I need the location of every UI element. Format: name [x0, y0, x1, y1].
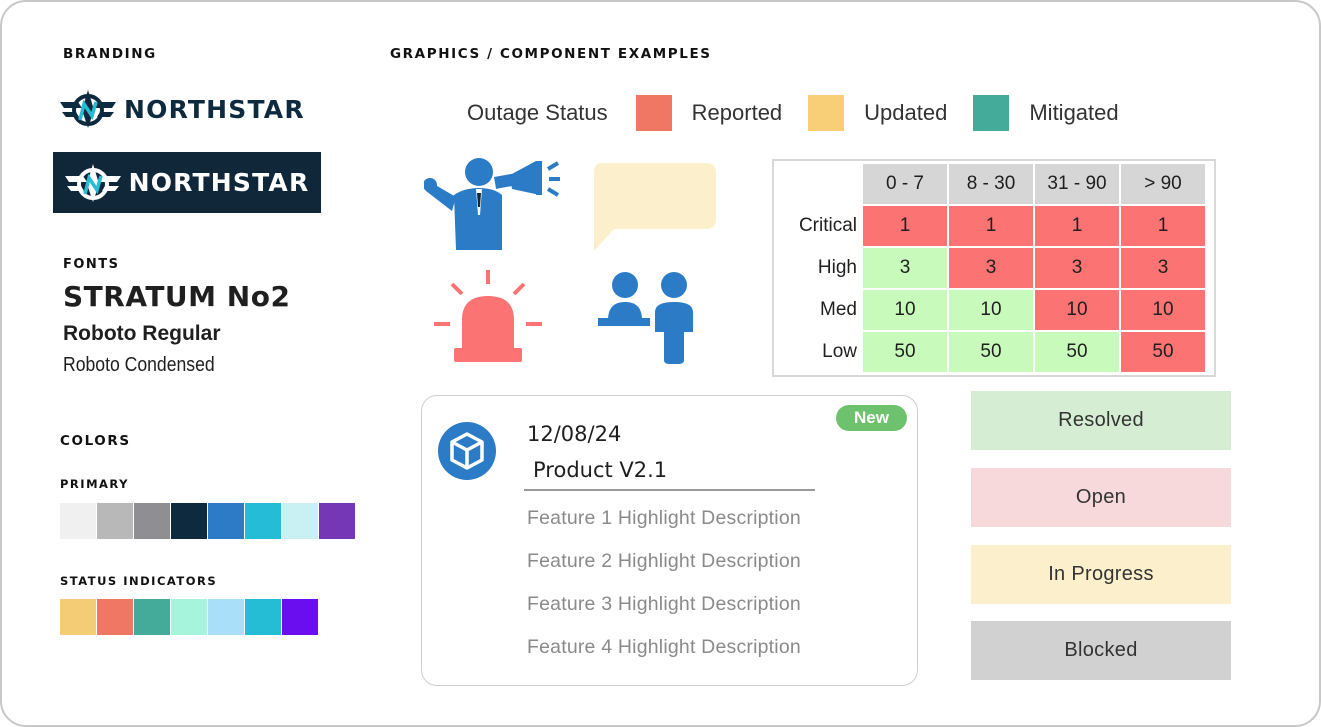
northstar-emblem-icon	[64, 163, 121, 202]
primary-color-swatch	[134, 503, 170, 539]
matrix-cell: 50	[947, 330, 1035, 374]
matrix-cell: 50	[861, 330, 949, 374]
risk-matrix-table: 0 - 78 - 30 31 - 90 > 90 Critical 1 1 1 1 High 3 3…	[775, 162, 1207, 374]
alarm-siren-icon	[434, 270, 542, 362]
legend-item-label: Reported	[691, 100, 783, 125]
status-in-progress-button[interactable]: In Progress	[971, 545, 1231, 604]
matrix-corner	[775, 162, 863, 206]
matrix-column-header: > 90	[1119, 162, 1207, 206]
release-date: 12/08/24	[527, 422, 622, 446]
fonts-heading: FONTS	[63, 257, 120, 272]
product-name: Product V2.1	[533, 458, 668, 482]
risk-matrix: 0 - 78 - 30 31 - 90 > 90 Critical 1 1 1 1 High 3 3…	[772, 159, 1216, 377]
new-badge: New	[836, 405, 907, 431]
speech-bubble-icon	[594, 163, 716, 251]
primary-heading: PRIMARY	[60, 477, 129, 491]
primary-color-swatch	[282, 503, 318, 539]
font-sample-stratum: STRATUM No2	[63, 280, 291, 313]
matrix-cell: 1	[861, 204, 949, 248]
title-divider	[524, 489, 815, 491]
northstar-emblem-icon	[60, 90, 116, 128]
status-color-swatch	[97, 599, 133, 635]
feature-item: Feature 2 Highlight Description	[527, 550, 801, 572]
graphics-heading: GRAPHICS / COMPONENT EXAMPLES	[390, 46, 712, 62]
legend-swatch	[808, 95, 845, 131]
legend-item-label: Updated	[864, 100, 948, 125]
matrix-cell: 3	[947, 246, 1035, 290]
status-swatches	[60, 599, 319, 635]
legend-label: Outage Status	[467, 100, 608, 125]
font-sample-regular: Roboto Regular	[63, 322, 221, 345]
status-color-swatch	[60, 599, 96, 635]
matrix-row-label: Critical	[775, 204, 863, 248]
matrix-cell: 1	[1033, 204, 1121, 248]
primary-color-swatch	[60, 503, 96, 539]
branding-heading: BRANDING	[63, 46, 157, 62]
logo-wordmark-dark: NORTHSTAR	[128, 168, 310, 197]
release-card[interactable]: New 12/08/24 Product V2.1 Feature 1 High…	[421, 395, 918, 686]
primary-color-swatch	[319, 503, 355, 539]
feature-item: Feature 1 Highlight Description	[527, 507, 801, 529]
status-color-swatch	[245, 599, 281, 635]
font-sample-condensed: Roboto Condensed	[63, 354, 215, 376]
primary-swatches	[60, 503, 356, 539]
outage-status-legend: Outage Status Reported Updated Mitigated	[467, 95, 1145, 131]
legend-swatch	[635, 95, 672, 131]
status-color-swatch	[208, 599, 244, 635]
matrix-cell: 50	[1119, 330, 1207, 374]
primary-color-swatch	[245, 503, 281, 539]
primary-color-swatch	[208, 503, 244, 539]
logo-dark: NORTHSTAR	[53, 152, 321, 213]
matrix-cell: 3	[1033, 246, 1121, 290]
matrix-cell: 10	[1119, 288, 1207, 332]
matrix-cell: 50	[1033, 330, 1121, 374]
status-color-swatch	[134, 599, 170, 635]
matrix-cell: 10	[1033, 288, 1121, 332]
status-blocked-button[interactable]: Blocked	[971, 621, 1231, 680]
matrix-cell: 3	[1119, 246, 1207, 290]
matrix-cell: 10	[861, 288, 949, 332]
status-indicators-heading: STATUS INDICATORS	[60, 574, 218, 588]
speaker-megaphone-icon	[424, 158, 560, 250]
matrix-cell: 10	[947, 288, 1035, 332]
matrix-row-label: Med	[775, 288, 863, 332]
status-resolved-button[interactable]: Resolved	[971, 391, 1231, 450]
status-color-swatch	[171, 599, 207, 635]
legend-item-label: Mitigated	[1029, 100, 1119, 125]
matrix-column-header: 0 - 7	[861, 162, 949, 206]
status-color-swatch	[282, 599, 318, 635]
logo-wordmark: NORTHSTAR	[124, 94, 305, 124]
feature-item: Feature 3 Highlight Description	[527, 593, 801, 615]
primary-color-swatch	[97, 503, 133, 539]
matrix-cell: 1	[947, 204, 1035, 248]
matrix-column-header: 8 - 30	[947, 162, 1035, 206]
people-meeting-icon	[598, 272, 693, 364]
colors-heading: COLORS	[60, 433, 131, 449]
logo-light: NORTHSTAR	[60, 88, 305, 130]
matrix-column-header: 31 - 90	[1033, 162, 1121, 206]
feature-item: Feature 4 Highlight Description	[527, 636, 801, 658]
matrix-row-label: Low	[775, 330, 863, 374]
legend-swatch	[973, 95, 1010, 131]
matrix-row-label: High	[775, 246, 863, 290]
status-open-button[interactable]: Open	[971, 468, 1231, 527]
matrix-cell: 3	[861, 246, 949, 290]
package-box-icon	[438, 422, 496, 480]
matrix-cell: 1	[1119, 204, 1207, 248]
primary-color-swatch	[171, 503, 207, 539]
